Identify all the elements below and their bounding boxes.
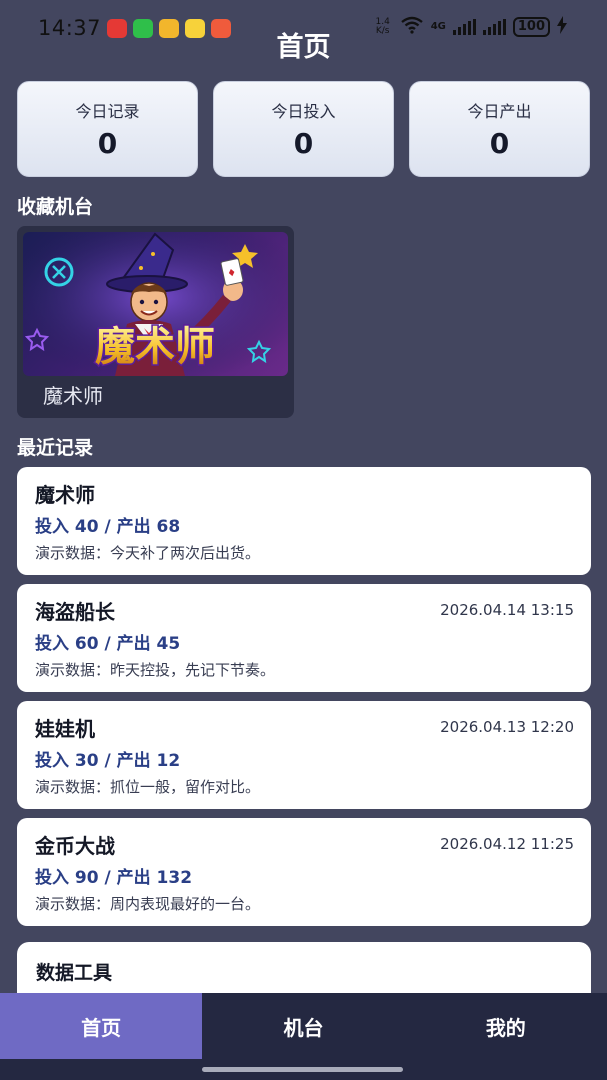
stat-card-input: 今日投入 0 <box>213 81 394 177</box>
stat-label: 今日记录 <box>75 102 140 121</box>
record-note: 演示数据：抓位一般，留作对比。 <box>35 778 261 796</box>
cover-title-text: 魔术师 <box>95 324 215 370</box>
machine-cover-image: ♦ 魔术师 <box>23 232 288 376</box>
record-card[interactable]: 海盗船长 2026.04.14 13:15 投入 60 / 产出 45 演示数据… <box>17 584 591 692</box>
record-machine-name: 娃娃机 <box>35 717 95 741</box>
data-tools-title: 数据工具 <box>36 962 113 984</box>
home-indicator[interactable] <box>202 1067 403 1072</box>
record-amount: 投入 30 / 产出 12 <box>35 751 181 771</box>
record-note: 演示数据：周内表现最好的一台。 <box>35 895 261 913</box>
stat-card-records: 今日记录 0 <box>17 81 198 177</box>
stat-label: 今日投入 <box>271 102 336 121</box>
record-date: 2026.04.13 12:20 <box>440 718 574 736</box>
recent-section-title: 最近记录 <box>17 437 94 459</box>
record-note: 演示数据：今天补了两次后出货。 <box>35 544 261 562</box>
record-card[interactable]: 娃娃机 2026.04.13 12:20 投入 30 / 产出 12 演示数据：… <box>17 701 591 809</box>
stat-value: 0 <box>97 127 118 160</box>
stat-value: 0 <box>489 127 510 160</box>
record-date: 2026.04.12 11:25 <box>440 835 574 853</box>
record-note: 演示数据：昨天控投，先记下节奏。 <box>35 661 276 679</box>
record-machine-name: 金币大战 <box>35 834 115 858</box>
record-amount: 投入 60 / 产出 45 <box>35 634 181 654</box>
bottom-tab-bar: 首页 机台 我的 <box>0 993 607 1059</box>
tab-machines[interactable]: 机台 <box>202 993 404 1059</box>
tab-profile[interactable]: 我的 <box>405 993 607 1059</box>
record-machine-name: 魔术师 <box>35 483 95 507</box>
stat-label: 今日产出 <box>467 102 532 121</box>
favorites-section-title: 收藏机台 <box>17 196 94 218</box>
tab-home[interactable]: 首页 <box>0 993 203 1059</box>
today-stats: 今日记录 0 今日投入 0 今日产出 0 <box>17 81 590 177</box>
gesture-area <box>0 1059 607 1080</box>
stat-card-output: 今日产出 0 <box>409 81 590 177</box>
record-card[interactable]: 金币大战 2026.04.12 11:25 投入 90 / 产出 132 演示数… <box>17 818 591 926</box>
record-amount: 投入 90 / 产出 132 <box>35 868 193 888</box>
record-date: 2026.04.14 13:15 <box>440 601 574 619</box>
record-amount: 投入 40 / 产出 68 <box>35 517 181 537</box>
record-card[interactable]: 魔术师 投入 40 / 产出 68 演示数据：今天补了两次后出货。 <box>17 467 591 575</box>
stat-value: 0 <box>293 127 314 160</box>
favorite-machine-card[interactable]: ♦ 魔术师 魔术师 <box>17 226 294 418</box>
favorite-machine-name: 魔术师 <box>43 384 103 408</box>
page-title: 首页 <box>276 32 331 63</box>
record-machine-name: 海盗船长 <box>35 600 115 624</box>
